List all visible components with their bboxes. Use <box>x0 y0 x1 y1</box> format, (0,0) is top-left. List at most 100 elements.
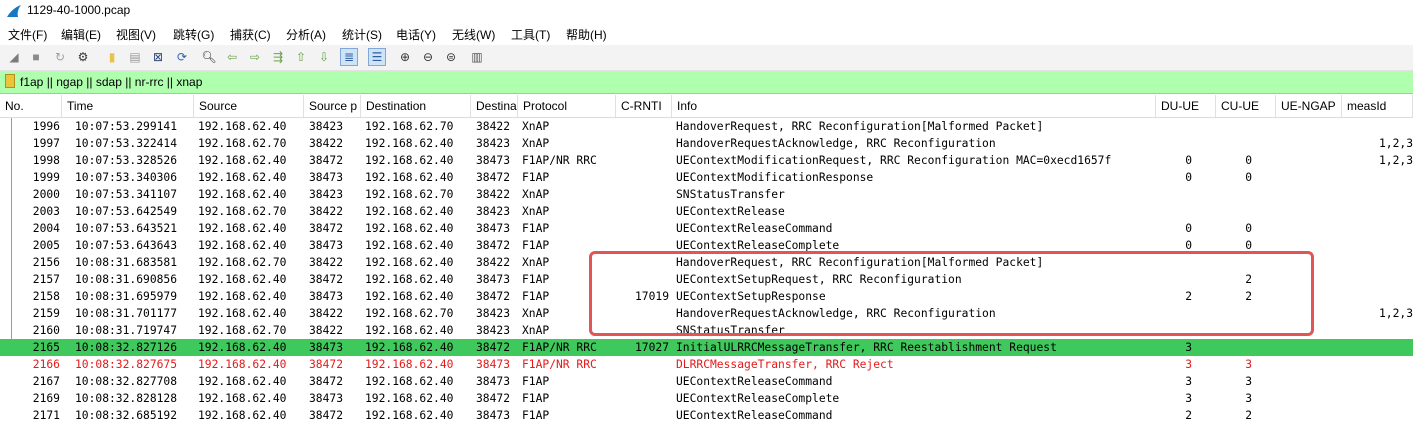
cell-source-port: 38472 <box>309 409 344 422</box>
capture-options-icon[interactable]: ⚙ <box>75 49 91 65</box>
cell-source: 192.168.62.40 <box>198 290 287 303</box>
cell-time: 10:07:53.328526 <box>75 154 178 167</box>
cell-protocol: F1AP/NR RRC <box>522 358 597 371</box>
cell-dest-port: 38422 <box>476 256 511 269</box>
cell-du-ue: 2 <box>1185 409 1192 422</box>
packet-row[interactable]: 2003 10:07:53.642549 192.168.62.70 38422 192… <box>0 203 1413 220</box>
display-filter-input[interactable] <box>20 73 1400 90</box>
cell-destination: 192.168.62.40 <box>365 256 454 269</box>
cell-source: 192.168.62.40 <box>198 171 287 184</box>
column-header-cu-ue[interactable]: CU-UE <box>1216 95 1276 117</box>
menu-edit[interactable]: 编辑(E) <box>61 26 101 43</box>
cell-info: UEContextModificationResponse <box>676 171 874 184</box>
menu-tools[interactable]: 工具(T) <box>511 26 550 43</box>
column-header-no[interactable]: No. <box>0 95 62 117</box>
cell-dest-port: 38472 <box>476 239 511 252</box>
cell-destination: 192.168.62.40 <box>365 290 454 303</box>
packet-row[interactable]: 1999 10:07:53.340306 192.168.62.40 38473 192… <box>0 169 1413 186</box>
bookmark-icon[interactable] <box>5 74 15 88</box>
cell-source-port: 38473 <box>309 171 344 184</box>
packet-row[interactable]: 2000 10:07:53.341107 192.168.62.40 38423 192… <box>0 186 1413 203</box>
packet-row[interactable]: 2004 10:07:53.643521 192.168.62.40 38472 192… <box>0 220 1413 237</box>
column-header-info[interactable]: Info <box>672 95 1156 117</box>
stop-icon[interactable]: ■ <box>28 49 44 65</box>
menu-statistics[interactable]: 统计(S) <box>342 26 382 43</box>
auto-scroll-icon[interactable]: ≣ <box>340 48 358 66</box>
column-header-protocol[interactable]: Protocol <box>518 95 616 117</box>
packet-row[interactable]: 1997 10:07:53.322414 192.168.62.70 38422 192… <box>0 135 1413 152</box>
resize-columns-icon[interactable]: ▥ <box>469 49 485 65</box>
cell-dest-port: 38423 <box>476 137 511 150</box>
reload-icon[interactable]: ⟳ <box>174 49 190 65</box>
menu-capture[interactable]: 捕获(C) <box>230 26 271 43</box>
shark-fin-start-icon[interactable]: ◢ <box>6 49 22 65</box>
packet-row[interactable]: 1998 10:07:53.328526 192.168.62.40 38472 192… <box>0 152 1413 169</box>
column-header-source[interactable]: Source <box>194 95 304 117</box>
cell-no: 2004 <box>32 222 60 235</box>
menu-telephony[interactable]: 电话(Y) <box>396 26 436 43</box>
annotation-highlight-box <box>589 251 1314 336</box>
zoom-normal-icon[interactable]: ⊜ <box>443 49 459 65</box>
menu-wireless[interactable]: 无线(W) <box>452 26 495 43</box>
cell-no: 2158 <box>32 290 60 303</box>
colorize-icon[interactable]: ☰ <box>368 48 386 66</box>
menu-bar: 文件(F) 编辑(E) 视图(V) 跳转(G) 捕获(C) 分析(A) 统计(S… <box>0 23 1413 45</box>
cell-source-port: 38472 <box>309 358 344 371</box>
cell-protocol: F1AP <box>522 171 550 184</box>
column-header-source-port[interactable]: Source p <box>304 95 361 117</box>
cell-time: 10:07:53.340306 <box>75 171 178 184</box>
column-header-du-ue[interactable]: DU-UE <box>1156 95 1216 117</box>
open-file-icon[interactable]: ▮ <box>104 49 120 65</box>
cell-source-port: 38472 <box>309 273 344 286</box>
cell-measid: 1,2,3 <box>1378 307 1413 320</box>
last-packet-icon[interactable]: ⇩ <box>316 49 332 65</box>
column-header-measid[interactable]: measId <box>1342 95 1413 117</box>
menu-go[interactable]: 跳转(G) <box>173 26 214 43</box>
packet-row[interactable]: 2167 10:08:32.827708 192.168.62.40 38472 192… <box>0 373 1413 390</box>
cell-time: 10:08:31.683581 <box>75 256 178 269</box>
cell-measid: 1,2,3 <box>1378 154 1413 167</box>
cell-dest-port: 38472 <box>476 171 511 184</box>
cell-source-port: 38422 <box>309 324 344 337</box>
cell-source: 192.168.62.40 <box>198 239 287 252</box>
cell-destination: 192.168.62.40 <box>365 375 454 388</box>
find-packet-icon[interactable]: 🔍︎ <box>201 49 217 65</box>
cell-destination: 192.168.62.40 <box>365 205 454 218</box>
cell-destination: 192.168.62.40 <box>365 273 454 286</box>
cell-time: 10:08:32.685192 <box>75 409 178 422</box>
cell-destination: 192.168.62.40 <box>365 222 454 235</box>
cell-measid: 1,2,3 <box>1378 137 1413 150</box>
cell-dest-port: 38473 <box>476 154 511 167</box>
cell-source-port: 38473 <box>309 392 344 405</box>
cell-info: DLRRCMessageTransfer, RRC Reject <box>676 358 894 371</box>
cell-cu-ue: 3 <box>1245 358 1252 371</box>
column-header-c-rnti[interactable]: C-RNTI <box>616 95 672 117</box>
column-header-destination[interactable]: Destination <box>361 95 471 117</box>
packet-row[interactable]: 2171 10:08:32.685192 192.168.62.40 38472 192… <box>0 407 1413 424</box>
zoom-out-icon[interactable]: ⊖ <box>420 49 436 65</box>
cell-dest-port: 38473 <box>476 222 511 235</box>
column-header-ue-ngap[interactable]: UE-NGAP <box>1276 95 1342 117</box>
cell-no: 2000 <box>32 188 60 201</box>
menu-view[interactable]: 视图(V) <box>116 26 156 43</box>
packet-row[interactable]: 2169 10:08:32.828128 192.168.62.40 38473 192… <box>0 390 1413 407</box>
save-file-icon[interactable]: ▤ <box>127 49 143 65</box>
packet-row[interactable]: 2165 10:08:32.827126 192.168.62.40 38473 192… <box>0 339 1413 356</box>
menu-help[interactable]: 帮助(H) <box>566 26 607 43</box>
go-forward-icon[interactable]: ⇨ <box>247 49 263 65</box>
packet-row[interactable]: 2166 10:08:32.827675 192.168.62.40 38472 192… <box>0 356 1413 373</box>
packet-row[interactable]: 1996 10:07:53.299141 192.168.62.40 38423 192… <box>0 118 1413 135</box>
menu-analyze[interactable]: 分析(A) <box>286 26 326 43</box>
close-file-icon[interactable]: ⊠ <box>150 49 166 65</box>
go-back-icon[interactable]: ⇦ <box>224 49 240 65</box>
zoom-in-icon[interactable]: ⊕ <box>397 49 413 65</box>
go-to-packet-icon[interactable]: ⇶ <box>270 49 286 65</box>
first-packet-icon[interactable]: ⇧ <box>293 49 309 65</box>
cell-source: 192.168.62.70 <box>198 137 287 150</box>
column-header-destination-port[interactable]: Destina <box>471 95 518 117</box>
restart-icon[interactable]: ↻ <box>52 49 68 65</box>
menu-file[interactable]: 文件(F) <box>8 26 47 43</box>
column-header-time[interactable]: Time <box>62 95 194 117</box>
cell-protocol: XnAP <box>522 137 550 150</box>
cell-dest-port: 38473 <box>476 358 511 371</box>
